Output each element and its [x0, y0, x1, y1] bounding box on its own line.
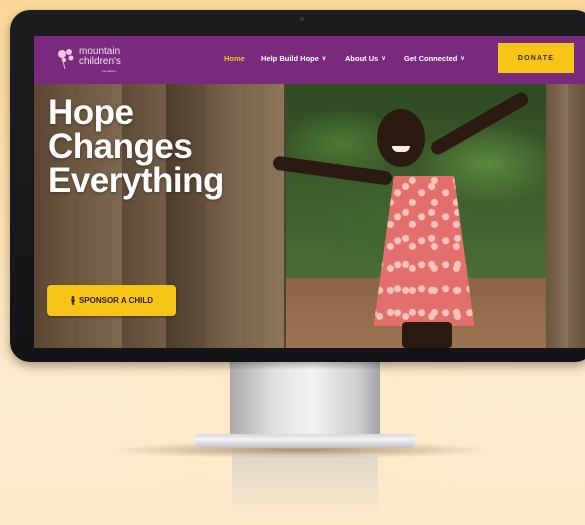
sponsor-child-label: SPONSOR A CHILD: [78, 296, 154, 305]
chevron-down-icon: ∨: [321, 56, 327, 62]
site-logo[interactable]: mountain children's foundation: [56, 46, 146, 76]
monitor-stand-base: [194, 434, 416, 448]
hero-headline: Hope Changes Everything: [48, 93, 278, 200]
camera-dot: [300, 17, 304, 21]
dandelion-icon: [58, 49, 74, 70]
chevron-down-icon: ∨: [460, 56, 465, 62]
monitor-stand-shade: [230, 362, 380, 370]
donate-button[interactable]: DONATE: [498, 43, 574, 73]
logo-text-childrens: children's: [79, 56, 121, 67]
child-icon: [70, 296, 75, 305]
website-screen: mountain children's foundation Home Help…: [34, 36, 585, 348]
site-header: mountain children's foundation Home Help…: [34, 36, 585, 84]
nav-get-connected-label: Get Connected: [404, 54, 458, 63]
nav-about-us[interactable]: About Us ∨: [345, 54, 386, 63]
headline-line: Hope: [48, 93, 134, 132]
monitor-stand-neck: [230, 362, 380, 440]
monitor-bezel: mountain children's foundation Home Help…: [10, 10, 585, 362]
nav-get-connected[interactable]: Get Connected ∨: [404, 54, 465, 63]
sponsor-child-button[interactable]: SPONSOR A CHILD: [47, 285, 176, 316]
fence-post: [568, 84, 585, 348]
nav-home-label: Home: [224, 54, 245, 63]
nav-help-build-hope-label: Help Build Hope: [261, 54, 319, 63]
nav-about-us-label: About Us: [345, 54, 379, 63]
nav-home[interactable]: Home: [224, 54, 245, 63]
chevron-down-icon: ∨: [381, 56, 386, 62]
stand-reflection: [232, 456, 378, 520]
headline-line: Everything: [48, 161, 224, 200]
child-head: [377, 109, 425, 167]
nav-help-build-hope[interactable]: Help Build Hope ∨: [261, 54, 326, 63]
child-legs: [402, 322, 452, 348]
logo-text-foundation: foundation: [102, 69, 117, 73]
fence-post: [546, 84, 570, 348]
headline-line: Changes: [48, 127, 193, 166]
